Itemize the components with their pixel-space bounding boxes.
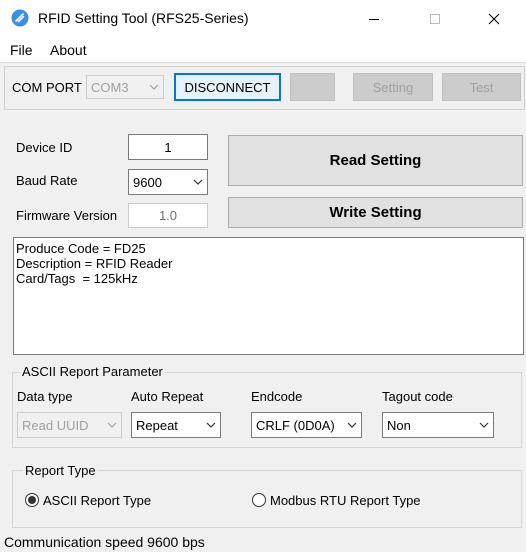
- app-icon: [11, 9, 29, 27]
- tagout-code-value: Non: [387, 417, 411, 433]
- minimize-icon: [369, 19, 379, 20]
- endcode-label: Endcode: [251, 389, 303, 404]
- modbus-rtu-report-type-radio[interactable]: [252, 493, 266, 507]
- chevron-down-icon: [103, 413, 121, 437]
- menu-file[interactable]: File: [10, 42, 33, 58]
- chevron-down-icon: [343, 413, 361, 437]
- maximize-button[interactable]: [412, 0, 458, 38]
- close-button[interactable]: [471, 0, 517, 38]
- firmware-version-label: Firmware Version: [16, 208, 118, 223]
- com-port-value: COM3: [91, 79, 129, 95]
- chevron-down-icon: [145, 76, 163, 98]
- window-title: RFID Setting Tool (RFS25-Series): [38, 10, 249, 26]
- chevron-down-icon: [202, 413, 220, 437]
- firmware-version-field: 1.0: [128, 203, 208, 228]
- ascii-report-parameter-title: ASCII Report Parameter: [20, 364, 165, 379]
- data-type-value: Read UUID: [22, 417, 89, 433]
- auto-repeat-select[interactable]: Repeat: [131, 412, 221, 438]
- menu-about[interactable]: About: [50, 42, 87, 58]
- ascii-report-type-radio[interactable]: [25, 493, 39, 507]
- endcode-select[interactable]: CRLF (0D0A): [251, 412, 362, 438]
- device-info-textarea[interactable]: Produce Code = FD25 Description = RFID R…: [13, 237, 524, 355]
- write-setting-button[interactable]: Write Setting: [228, 197, 523, 228]
- modbus-rtu-report-type-label[interactable]: Modbus RTU Report Type: [270, 493, 421, 508]
- ascii-report-type-label[interactable]: ASCII Report Type: [43, 493, 151, 508]
- test-button[interactable]: Test: [442, 73, 521, 101]
- tagout-code-label: Tagout code: [382, 389, 453, 404]
- setting-button[interactable]: Setting: [353, 73, 433, 101]
- report-type-title: Report Type: [23, 463, 98, 478]
- baud-rate-label: Baud Rate: [16, 173, 78, 188]
- blank-button[interactable]: [290, 73, 335, 101]
- data-type-select[interactable]: Read UUID: [17, 412, 122, 438]
- baud-rate-value: 9600: [133, 174, 162, 190]
- radio-selected-dot: [28, 496, 36, 504]
- baud-rate-select[interactable]: 9600: [128, 169, 208, 195]
- auto-repeat-label: Auto Repeat: [131, 389, 204, 404]
- device-id-input[interactable]: 1: [128, 134, 208, 160]
- close-icon: [488, 13, 500, 25]
- status-bar-text: Communication speed 9600 bps: [4, 534, 205, 550]
- maximize-icon: [430, 14, 440, 24]
- chevron-down-icon: [475, 413, 493, 437]
- read-setting-button[interactable]: Read Setting: [228, 135, 523, 186]
- menu-separator: [0, 62, 526, 63]
- auto-repeat-value: Repeat: [136, 417, 178, 433]
- com-port-label: COM PORT: [12, 80, 82, 95]
- minimize-button[interactable]: [351, 0, 397, 38]
- device-id-label: Device ID: [16, 140, 73, 155]
- com-port-select[interactable]: COM3: [86, 75, 164, 99]
- tagout-code-select[interactable]: Non: [382, 412, 494, 438]
- disconnect-button[interactable]: DISCONNECT: [174, 73, 281, 101]
- chevron-down-icon: [189, 170, 207, 194]
- endcode-value: CRLF (0D0A): [256, 417, 335, 433]
- data-type-label: Data type: [17, 389, 73, 404]
